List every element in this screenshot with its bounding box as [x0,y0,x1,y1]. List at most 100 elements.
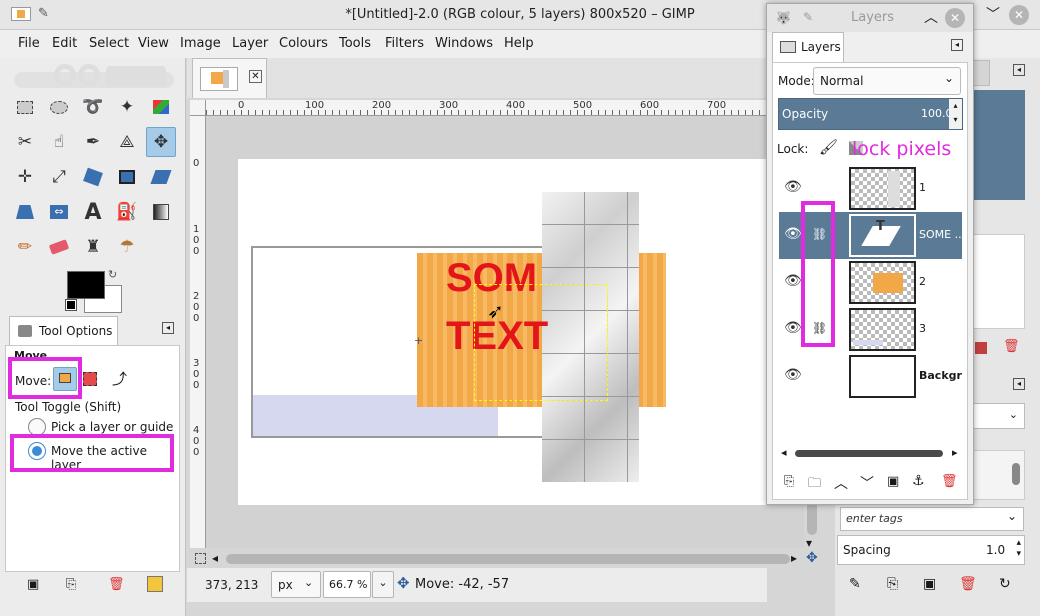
text-icon[interactable]: A [78,197,108,227]
scroll-left-icon[interactable]: ◂ [212,551,218,565]
menu-tools[interactable]: Tools [339,36,371,51]
dock-list[interactable] [973,450,1025,500]
default-colors-icon[interactable] [65,299,77,311]
dock-duplicate-icon[interactable]: ▣ [923,576,936,592]
layer-row-background[interactable]: 👁 Backgro [779,353,962,400]
layers-tab[interactable]: Layers [772,32,844,62]
menu-view[interactable]: View [138,36,169,51]
perspective-icon[interactable] [10,197,40,227]
save-tool-preset-icon[interactable]: ▣ [27,577,39,592]
ellipse-select-icon[interactable] [44,92,74,122]
layer-name[interactable]: 2 [919,275,962,288]
new-layer-icon[interactable]: ⎘ [784,474,794,489]
rotate-icon[interactable] [78,162,108,192]
canvas-viewport[interactable]: SOM TEXT ➶ + [206,116,804,548]
pencil-icon[interactable]: ✏ [10,232,40,262]
layers-tab-menu-icon[interactable]: ◂ [951,39,963,51]
eye-icon[interactable]: 👁 [784,226,802,244]
dock-new-icon[interactable]: ⎘ [887,576,898,592]
close-dialog-icon[interactable]: ✕ [945,8,965,28]
unit-select[interactable]: px ⌄ [271,571,321,598]
eye-icon[interactable]: 👁 [784,273,802,291]
scissors-icon[interactable]: ✂ [10,127,40,157]
align-icon[interactable]: ✛ [10,162,40,192]
opacity-stepper[interactable]: ▴ ▾ [949,99,962,129]
swap-colors-icon[interactable]: ↻ [108,268,117,281]
layers-dialog-titlebar[interactable]: 🐺 ✎ Layers ︿ ✕ [767,4,973,32]
dock-select[interactable]: ⌄ [973,403,1025,429]
dock-tab-menu-icon[interactable]: ◂ [1013,64,1025,76]
collapse-icon[interactable]: ︿ [924,7,938,27]
free-select-icon[interactable]: ➰ [78,92,108,122]
fuzzy-select-icon[interactable]: ✦ [112,92,142,122]
menu-select[interactable]: Select [89,36,129,51]
zoom-dropdown-button[interactable]: ⌄ [372,571,394,598]
quick-mask-icon[interactable] [195,553,206,564]
delete-tool-preset-icon[interactable]: 🗑 [108,577,125,592]
wilber-drop-area[interactable] [14,62,174,88]
new-layer-group-icon[interactable]: 🗀 [808,474,821,496]
tool-options-tab[interactable]: Tool Options [9,316,118,345]
menu-help[interactable]: Help [504,36,534,51]
layers-horizontal-scrollbar[interactable] [795,450,943,457]
lower-layer-icon[interactable]: ﹀ [860,473,874,493]
horizontal-scrollbar[interactable] [226,554,790,564]
lock-paint-icon[interactable]: 🖌 [819,138,838,156]
restore-tool-preset-icon[interactable]: ⎘ [66,577,76,592]
layer-name[interactable]: 1 [919,181,962,194]
menu-layer[interactable]: Layer [232,36,268,51]
dock-delete-icon-2[interactable]: 🗑 [959,576,977,592]
opacity-slider[interactable]: Opacity 100.0 ▴ ▾ [778,98,963,130]
close-tab-icon[interactable]: ✕ [249,70,262,83]
spacing-field[interactable]: Spacing 1.0 ▴ ▾ [837,535,1025,565]
spacing-stepper-icon[interactable]: ▴ ▾ [1016,538,1021,560]
scroll-down-icon[interactable]: ▾ [806,536,812,550]
navigate-icon[interactable]: ✥ [806,550,818,566]
menu-edit[interactable]: Edit [52,36,77,51]
image-tab[interactable]: ✕ [192,58,267,98]
mode-select[interactable]: Normal ⌄ [813,67,961,95]
eye-icon[interactable]: 👁 [784,367,802,385]
eye-icon[interactable]: 👁 [784,320,802,338]
dock-tab-menu-icon-2[interactable]: ◂ [1013,378,1025,390]
dock-list-scrollbar[interactable] [1012,463,1020,485]
rect-select-icon[interactable] [10,92,40,122]
scroll-right-icon[interactable]: ▸ [791,551,797,565]
menu-file[interactable]: File [18,36,40,51]
eye-icon[interactable]: 👁 [784,179,802,197]
clone-icon[interactable]: ♜ [78,232,108,262]
pin-icon[interactable]: ✎ [803,10,813,24]
layers-scroll-left-icon[interactable]: ◂ [781,446,787,459]
minimize-icon[interactable]: ﹀ [986,4,1000,24]
select-by-color-icon[interactable] [146,92,176,122]
paths-icon[interactable]: ⟁ [112,127,142,157]
duplicate-layer-icon[interactable]: ▣ [887,474,899,489]
anchor-layer-icon[interactable]: ⚓ [912,473,925,489]
eraser-icon[interactable] [44,232,74,262]
menu-image[interactable]: Image [180,36,221,51]
layers-scroll-right-icon[interactable]: ▸ [952,446,958,459]
gradient-icon[interactable] [146,197,176,227]
tab-menu-icon[interactable]: ◂ [162,322,174,334]
menu-colours[interactable]: Colours [279,36,328,51]
raise-layer-icon[interactable]: ︿ [834,473,848,493]
menu-windows[interactable]: Windows [435,36,493,51]
dock-swatch-icon[interactable] [975,342,987,354]
layer-name[interactable]: Backgro [919,369,962,382]
color-picker-icon[interactable]: ✒ [78,127,108,157]
bucket-fill-icon[interactable]: ⛽ [112,197,142,227]
window-close-icon[interactable]: ✕ [1009,5,1029,25]
foreground-color-swatch[interactable] [67,271,105,299]
scale-icon[interactable] [112,162,142,192]
move-mode-selection-button[interactable] [83,372,97,386]
shear-icon[interactable] [146,162,176,192]
layer-name[interactable]: SOME ... [919,228,962,241]
delete-layer-icon[interactable]: 🗑 [941,474,958,489]
dock-refresh-icon[interactable]: ↻ [999,576,1011,592]
smudge-icon[interactable]: ☂ [112,232,142,262]
reset-tool-options-icon[interactable] [147,576,163,592]
move-mode-path-button[interactable]: ⤴ [112,368,127,389]
layer-name[interactable]: 3 [919,322,962,335]
menu-filters[interactable]: Filters [385,36,424,51]
zoom-field[interactable]: 66.7 % [323,571,371,598]
